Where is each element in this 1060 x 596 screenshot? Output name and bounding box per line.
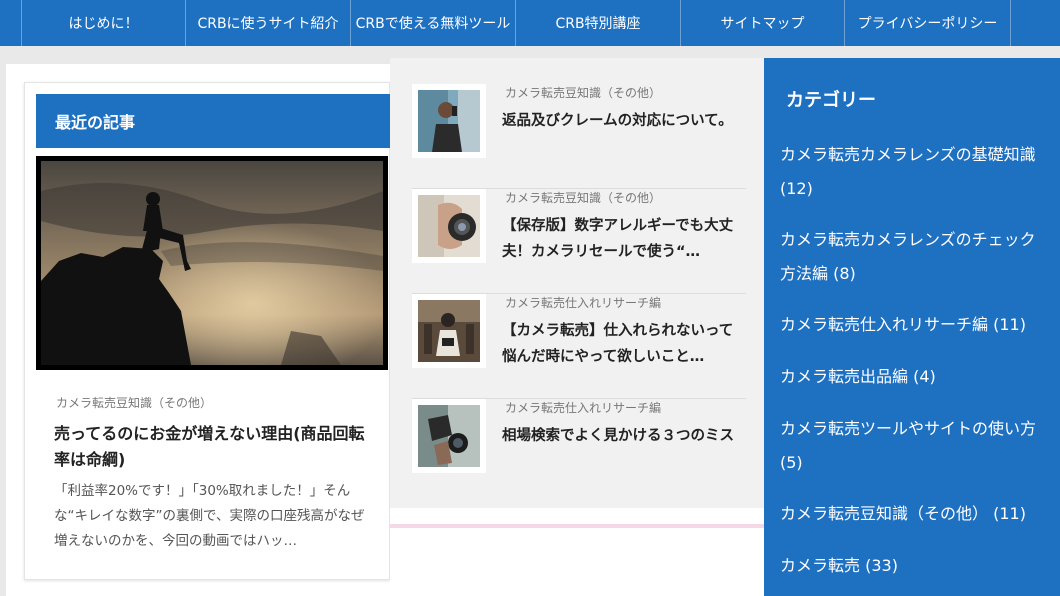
article-title[interactable]: 【カメラ転売】仕入れられないって悩んだ時にやって欲しいこと…: [502, 318, 746, 370]
article-category[interactable]: カメラ転売豆知識（その他）: [505, 84, 661, 101]
nav-item-special-course[interactable]: CRB特別講座: [516, 0, 681, 46]
featured-excerpt: 「利益率20%です！」「30%取れました！」そんな“キレイな数字”の裏側で、実際…: [54, 483, 365, 549]
hands-holding-camera-thumbnail: [418, 405, 480, 467]
recent-articles-list: カメラ転売豆知識（その他） 返品及びクレームの対応について。 カメラ転売豆知識（…: [390, 58, 764, 596]
top-navigation: はじめに！ CRBに使うサイト紹介 CRBで使える無料ツール CRB特別講座 サ…: [0, 0, 1060, 46]
list-item[interactable]: カメラ転売仕入れリサーチ編 相場検索でよく見かける３つのミス: [412, 399, 746, 504]
lower-area: [390, 528, 764, 596]
divider: [390, 508, 764, 524]
article-thumbnail[interactable]: [412, 84, 486, 158]
category-link[interactable]: カメラ転売出品編 (4): [780, 360, 1050, 394]
article-category[interactable]: カメラ転売豆知識（その他）: [505, 189, 661, 206]
silhouette-on-rock-image: [41, 161, 383, 365]
sidebar-title: カテゴリー: [786, 90, 876, 111]
featured-title[interactable]: 売ってるのにお金が増えない理由(商品回転率は命綱): [54, 421, 374, 473]
category-link[interactable]: カメラ転売カメラレンズの基礎知識 (12): [780, 138, 1050, 206]
article-thumbnail[interactable]: [412, 399, 486, 473]
article-category[interactable]: カメラ転売仕入れリサーチ編: [505, 294, 661, 311]
list-item[interactable]: カメラ転売豆知識（その他） 【保存版】数字アレルギーでも大丈夫！カメラリセールで…: [412, 189, 746, 294]
woman-with-camera-thumbnail: [418, 300, 480, 362]
category-list: カメラ転売カメラレンズの基礎知識 (12) カメラ転売カメラレンズのチェック方法…: [780, 138, 1050, 596]
category-link[interactable]: カメラ転売 (33): [780, 549, 1050, 583]
category-link[interactable]: カメラ転売ツールやサイトの使い方 (5): [780, 412, 1050, 480]
featured-image[interactable]: [36, 156, 388, 370]
category-link[interactable]: カメラ転売仕入れリサーチ編 (11): [780, 308, 1050, 342]
main-content: 最近の記事 カメラ転売豆知識（その他） 売ってるのにお金が増えない理由(商品回転…: [6, 64, 391, 596]
recent-posts-header: 最近の記事: [36, 94, 391, 148]
nav-item-sites[interactable]: CRBに使うサイト紹介: [186, 0, 351, 46]
list-item[interactable]: カメラ転売豆知識（その他） 返品及びクレームの対応について。: [412, 84, 746, 189]
article-thumbnail[interactable]: [412, 189, 486, 263]
nav-item-sitemap[interactable]: サイトマップ: [681, 0, 845, 46]
recent-posts-card: 最近の記事 カメラ転売豆知識（その他） 売ってるのにお金が増えない理由(商品回転…: [24, 82, 391, 580]
man-on-phone-thumbnail: [418, 90, 480, 152]
nav-item-free-tools[interactable]: CRBで使える無料ツール: [351, 0, 516, 46]
article-thumbnail[interactable]: [412, 294, 486, 368]
nav-spacer: [0, 0, 22, 46]
featured-category[interactable]: カメラ転売豆知識（その他）: [56, 394, 212, 411]
nav-item-privacy-policy[interactable]: プライバシーポリシー: [845, 0, 1011, 46]
article-title[interactable]: 【保存版】数字アレルギーでも大丈夫！カメラリセールで使う“…: [502, 213, 746, 265]
category-sidebar: カテゴリー カメラ転売カメラレンズの基礎知識 (12) カメラ転売カメラレンズの…: [764, 58, 1060, 596]
list-item[interactable]: カメラ転売仕入れリサーチ編 【カメラ転売】仕入れられないって悩んだ時にやって欲し…: [412, 294, 746, 399]
article-category[interactable]: カメラ転売仕入れリサーチ編: [505, 399, 661, 416]
article-title[interactable]: 返品及びクレームの対応について。: [502, 108, 746, 134]
nav-item-intro[interactable]: はじめに！: [22, 0, 186, 46]
category-link[interactable]: カメラ転売豆知識（その他） (11): [780, 497, 1050, 531]
category-link[interactable]: カメラ転売カメラレンズのチェック方法編 (8): [780, 223, 1050, 291]
camera-lens-thumbnail: [418, 195, 480, 257]
article-title[interactable]: 相場検索でよく見かける３つのミス: [502, 423, 746, 449]
